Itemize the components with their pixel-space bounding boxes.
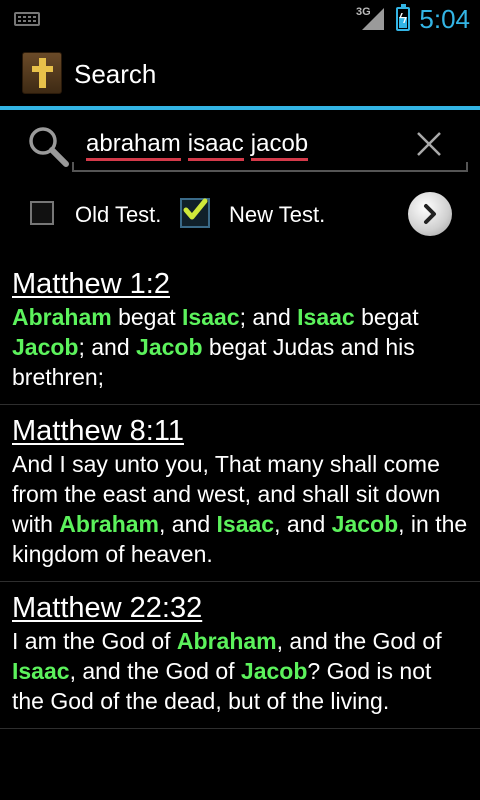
- highlighted-term: Isaac: [297, 304, 355, 330]
- search-query: abraham isaac jacob: [86, 130, 315, 161]
- verse-segment: begat: [111, 304, 183, 330]
- search-input[interactable]: abraham isaac jacob: [72, 118, 468, 172]
- verse-reference-link[interactable]: Matthew 1:2: [12, 266, 468, 302]
- result-item[interactable]: Matthew 22:32 I am the God of Abraham, an…: [0, 582, 480, 729]
- highlighted-term: Jacob: [240, 658, 308, 684]
- verse-segment: , and: [159, 511, 217, 537]
- query-word: abraham: [86, 130, 181, 161]
- battery-charging-icon: ϟ: [396, 4, 410, 31]
- verse-segment: begat: [354, 304, 419, 330]
- verse-text: Abraham begat Isaac; and Isaac begat Jac…: [12, 302, 468, 392]
- verse-segment: ; and: [239, 304, 298, 330]
- verse-segment: ; and: [78, 334, 137, 360]
- verse-text: And I say unto you, That many shall come…: [12, 449, 468, 569]
- verse-segment: , and: [274, 511, 332, 537]
- verse-segment: I am the God of: [12, 628, 177, 654]
- highlighted-term: Isaac: [182, 304, 240, 330]
- highlighted-term: Abraham: [176, 628, 277, 654]
- chevron-right-icon: [424, 204, 436, 224]
- action-bar-divider: [0, 106, 480, 110]
- new-testament-checkbox[interactable]: [180, 198, 210, 228]
- highlighted-term: Jacob: [136, 334, 203, 360]
- query-word: isaac: [187, 130, 244, 161]
- highlighted-term: Jacob: [331, 511, 399, 537]
- close-icon[interactable]: [410, 125, 448, 163]
- highlighted-term: Abraham: [59, 511, 159, 537]
- bible-icon[interactable]: [22, 52, 62, 94]
- highlighted-term: Abraham: [12, 304, 112, 330]
- highlighted-term: Isaac: [12, 658, 70, 684]
- old-testament-checkbox[interactable]: [30, 201, 54, 225]
- action-bar: Search: [0, 38, 480, 106]
- checkmark-icon: [183, 198, 208, 220]
- query-word: jacob: [250, 130, 309, 161]
- status-clock: 5:04: [419, 4, 470, 34]
- search-go-button[interactable]: [408, 192, 452, 236]
- page-title: Search: [74, 59, 157, 89]
- verse-segment: , and the God of: [276, 628, 442, 654]
- search-icon: [29, 127, 69, 167]
- result-item[interactable]: Matthew 1:2 Abraham begat Isaac; and Isaa…: [0, 258, 480, 405]
- status-bar: 3G ϟ 5:04: [0, 0, 480, 38]
- results-list: Matthew 1:2 Abraham begat Isaac; and Isaa…: [0, 258, 480, 729]
- new-testament-label[interactable]: New Test.: [229, 202, 325, 228]
- old-testament-label[interactable]: Old Test.: [75, 202, 161, 228]
- keyboard-icon: [14, 12, 40, 26]
- verse-segment: , and the God of: [69, 658, 241, 684]
- result-item[interactable]: Matthew 8:11 And I say unto you, That man…: [0, 405, 480, 582]
- highlighted-term: Jacob: [12, 334, 79, 360]
- highlighted-term: Isaac: [216, 511, 275, 537]
- verse-text: I am the God of Abraham, and the God of …: [12, 626, 468, 716]
- verse-reference-link[interactable]: Matthew 22:32: [12, 590, 468, 626]
- verse-reference-link[interactable]: Matthew 8:11: [12, 413, 468, 449]
- signal-icon: [362, 8, 384, 30]
